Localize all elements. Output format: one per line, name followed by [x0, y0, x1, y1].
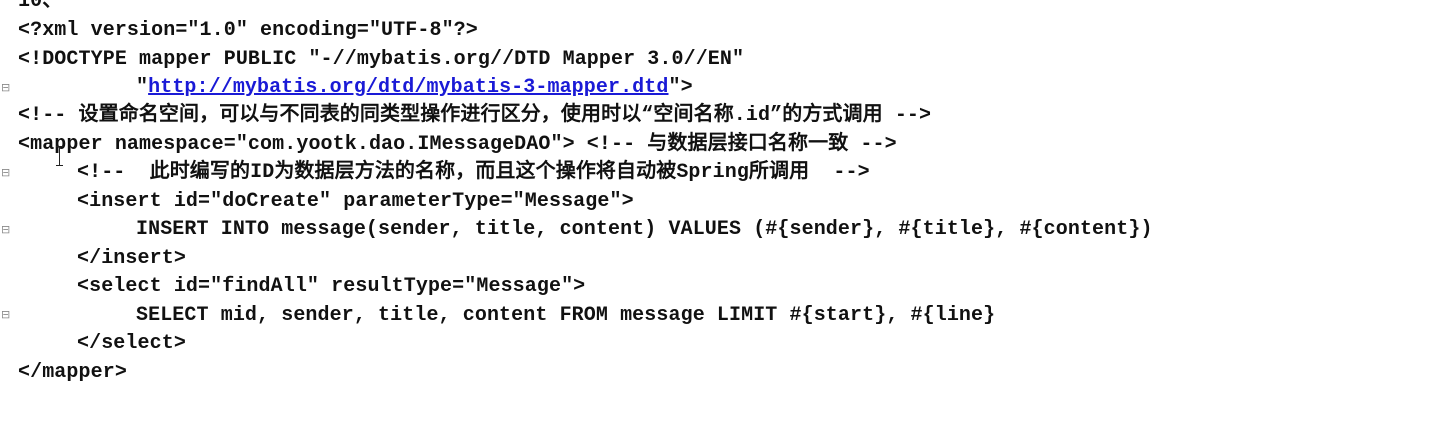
- code-line: ⊟ <mapper namespace="com.yootk.dao.IMess…: [0, 131, 897, 179]
- code-line: <!-- 设置命名空间，可以与不同表的同类型操作进行区分，使用时以“空间名称.i…: [0, 102, 931, 130]
- code-line: ⊟ <!DOCTYPE mapper PUBLIC "-//mybatis.or…: [0, 46, 744, 94]
- code-text: <insert id="doCreate" parameterType="Mes…: [77, 190, 634, 213]
- code-text: INSERT INTO message(sender, title, conte…: [136, 218, 1153, 241]
- code-text: </insert>: [77, 247, 186, 270]
- code-text: <mapper namespace="com.yootk.dao.IMessag…: [18, 133, 897, 156]
- code-line: <?xml version="1.0" encoding="UTF-8"?>: [0, 17, 478, 45]
- code-text: <select id="findAll" resultType="Message…: [77, 275, 586, 298]
- code-text: <?xml version="1.0" encoding="UTF-8"?>: [18, 19, 478, 42]
- text-cursor-icon: [56, 146, 63, 166]
- code-line: </mapper>: [0, 359, 127, 387]
- code-line: 10、: [0, 0, 62, 16]
- quote-close: ">: [668, 76, 693, 99]
- code-text: </select>: [77, 332, 186, 355]
- code-line: "http://mybatis.org/dtd/mybatis-3-mapper…: [0, 74, 693, 102]
- code-editor[interactable]: 10、 <?xml version="1.0" encoding="UTF-8"…: [0, 0, 1454, 406]
- code-comment: <!-- 此时编写的ID为数据层方法的名称，而且这个操作将自动被Spring所调…: [77, 161, 870, 184]
- code-comment: <!-- 设置命名空间，可以与不同表的同类型操作进行区分，使用时以“空间名称.i…: [18, 104, 932, 127]
- code-line: INSERT INTO message(sender, title, conte…: [0, 216, 1152, 244]
- code-line: </insert>: [0, 245, 186, 273]
- code-line: SELECT mid, sender, title, content FROM …: [0, 302, 995, 330]
- quote-open: ": [136, 76, 149, 99]
- code-line: ⊟ <insert id="doCreate" parameterType="M…: [0, 188, 634, 236]
- code-text: SELECT mid, sender, title, content FROM …: [136, 304, 996, 327]
- code-text: "http://mybatis.org/dtd/mybatis-3-mapper…: [136, 74, 693, 102]
- code-text: <!DOCTYPE mapper PUBLIC "-//mybatis.org/…: [18, 48, 745, 71]
- code-line: ⊟ <select id="findAll" resultType="Messa…: [0, 273, 585, 321]
- dtd-link[interactable]: http://mybatis.org/dtd/mybatis-3-mapper.…: [148, 76, 668, 99]
- code-line: <!-- 此时编写的ID为数据层方法的名称，而且这个操作将自动被Spring所调…: [0, 159, 870, 187]
- code-text: </mapper>: [18, 361, 127, 384]
- code-line: </select>: [0, 330, 186, 358]
- code-text: 10、: [18, 0, 63, 13]
